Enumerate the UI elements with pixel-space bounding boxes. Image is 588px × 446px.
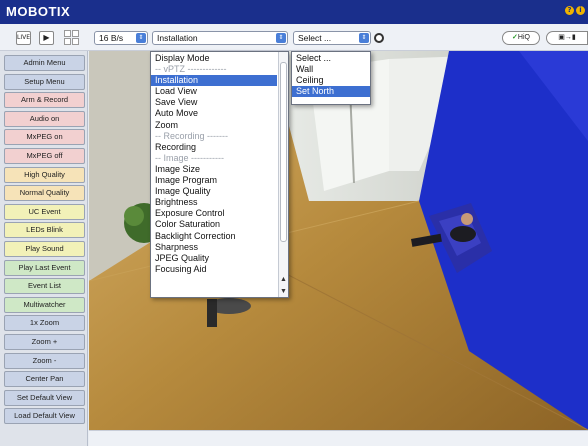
menu-item[interactable]: Load View [151,86,277,97]
sidebar-button[interactable]: Multiwatcher [4,296,85,313]
sidebar-button[interactable]: Audio on [4,110,85,127]
select-arrow-icon: ⇕ [359,33,369,43]
info-icon[interactable]: i [576,6,585,15]
menu-item: -- Image ----------- [155,152,224,163]
sidebar-button[interactable]: 1x Zoom [4,315,85,332]
framerate-value: 16 B/s [99,33,124,43]
grid-view-icon[interactable] [64,30,79,45]
brand-logo: MOBOTIX [6,4,71,19]
settings-dot-icon[interactable] [374,33,384,43]
menu-item[interactable]: Color Saturation [151,219,277,230]
sidebar-button[interactable]: Normal Quality [4,185,85,202]
header-icons: ? i [565,6,585,15]
play-button[interactable]: ▶ [39,31,54,45]
menu-item[interactable]: Focusing Aid [151,264,277,275]
menu-item: -- vPTZ ------------- [155,64,227,75]
sidebar-button[interactable]: LEDs Blink [4,222,85,239]
scroll-down-icon[interactable]: ▼ [280,288,287,295]
sidebar-button[interactable]: UC Event [4,203,85,220]
scroll-up-icon[interactable]: ▲ [280,276,287,283]
mount-select-value: Select ... [298,33,332,43]
select-arrow-icon: ⇕ [136,33,146,43]
camera-app: MOBOTIX ? i LIVE ▶ 16 B/s ⇕ Installation… [0,0,588,446]
menu-item[interactable]: Recording [151,142,277,153]
sidebar-button[interactable]: Play Last Event [4,259,85,276]
view-select[interactable]: Installation ⇕ [152,31,288,45]
menu-scrollbar[interactable]: ▲ ▼ [278,52,288,297]
menu-item: -- Recording ------- [155,130,228,141]
snapshot-button[interactable]: ▣→▮ [546,31,588,45]
toolbar: LIVE ▶ 16 B/s ⇕ Installation ⇕ Select ..… [0,24,588,51]
view-dropdown-menu[interactable]: Display Mode -- vPTZ ------------- Install… [150,51,289,298]
live-button[interactable]: LIVE [16,31,31,45]
menu-item[interactable]: Sharpness [151,242,277,253]
sidebar-button[interactable]: Zoom + [4,334,85,350]
sidebar-button[interactable]: Setup Menu [4,73,85,90]
select-arrow-icon: ⇕ [276,33,286,43]
scrollbar-thumb[interactable] [280,62,287,242]
menu-item[interactable]: Wall [292,64,370,75]
help-icon[interactable]: ? [565,6,574,15]
menu-item[interactable]: Brightness [151,197,277,208]
menu-item[interactable]: Backlight Correction [151,231,277,242]
sidebar-button[interactable]: Arm & Record [4,92,85,109]
hiq-label: HiQ [517,34,530,41]
sidebar-button[interactable]: High Quality [4,166,85,183]
sidebar-button[interactable]: MxPEG off [4,148,85,164]
hiq-button[interactable]: ✓HiQ [502,31,540,45]
sidebar-button[interactable]: Center Pan [4,371,85,388]
sidebar-button[interactable]: Zoom - [4,352,85,369]
menu-item[interactable]: JPEG Quality [151,253,277,264]
menu-item[interactable]: Select ... [292,53,370,64]
menu-item[interactable]: Zoom [151,120,277,131]
framerate-select[interactable]: 16 B/s ⇕ [94,31,148,45]
sidebar-button[interactable]: Load Default View [4,408,85,425]
camera-icon: ▣→▮ [558,34,576,41]
mount-select[interactable]: Select ... ⇕ [293,31,371,45]
sidebar-button[interactable]: Admin Menu [4,55,85,71]
sidebar: Admin Menu Setup Menu Arm & Record Audio on… [0,51,88,446]
menu-item[interactable]: Image Size [151,164,277,175]
menu-item[interactable]: Ceiling [292,75,370,86]
menu-item[interactable]: Auto Move [151,108,277,119]
sidebar-button[interactable]: Set Default View [4,389,85,406]
menu-item[interactable]: Set North [292,86,370,98]
menu-item[interactable]: Installation [151,75,277,87]
menu-item[interactable]: Save View [151,97,277,108]
menu-item[interactable]: Display Mode [151,53,277,64]
menu-item[interactable]: Image Quality [151,186,277,197]
mount-dropdown-menu[interactable]: Select ... Wall Ceiling Set North [291,51,371,105]
view-select-value: Installation [157,33,198,43]
sidebar-button[interactable]: Event List [4,278,85,295]
status-bar [89,430,588,446]
menu-item[interactable]: Image Program [151,175,277,186]
app-header: MOBOTIX ? i [0,0,588,24]
menu-item[interactable]: Exposure Control [151,208,277,219]
sidebar-button[interactable]: MxPEG on [4,129,85,146]
sidebar-button[interactable]: Play Sound [4,241,85,257]
